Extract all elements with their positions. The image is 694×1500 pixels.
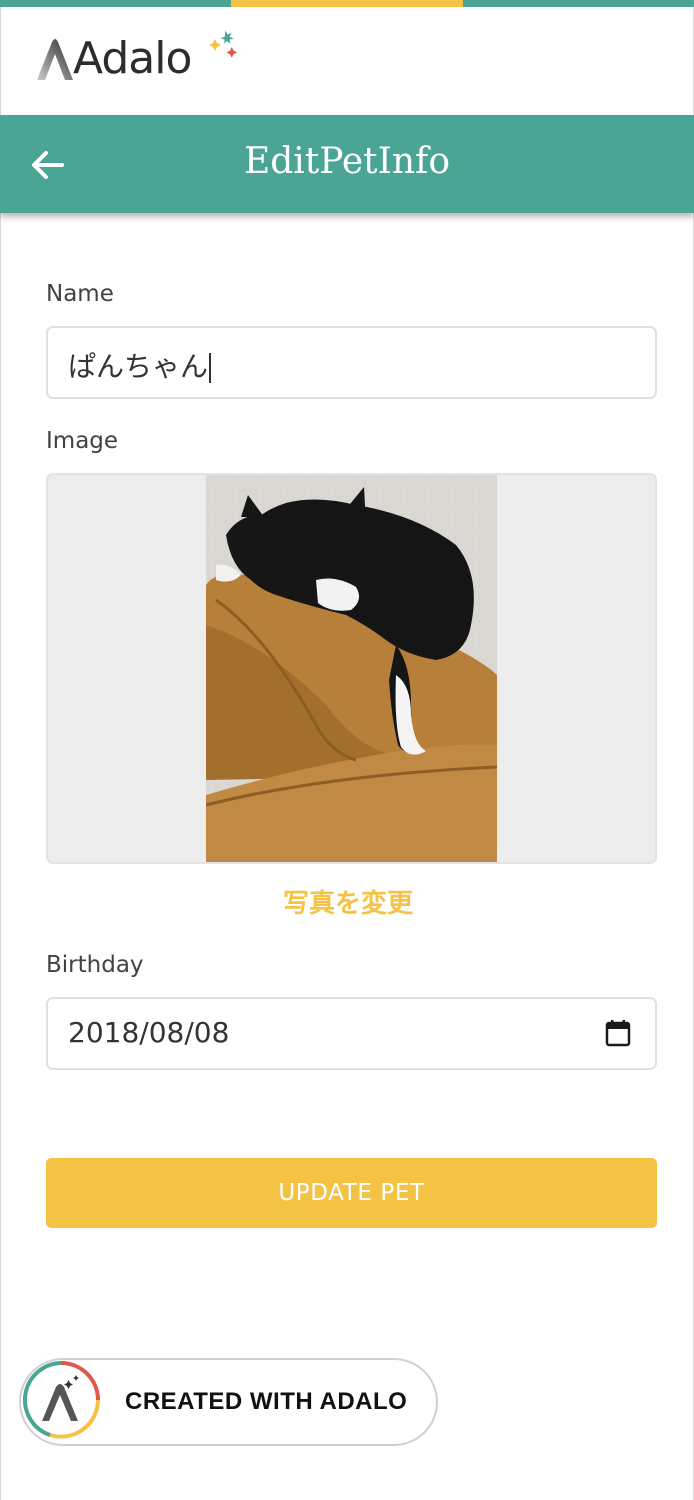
name-input[interactable]: ぱんちゃん: [46, 326, 657, 399]
birthday-label: Birthday: [46, 952, 144, 978]
loading-progress-bar: [0, 0, 694, 7]
app-bar: EditPetInfo: [0, 115, 694, 213]
image-label: Image: [46, 428, 119, 454]
calendar-icon[interactable]: [605, 1019, 631, 1047]
progress-segment-right: [463, 0, 694, 7]
adalo-a-mark-icon: [37, 39, 73, 80]
name-input-value: ぱんちゃん: [68, 345, 212, 385]
adalo-badge-logo-icon: [23, 1361, 100, 1439]
text-caret: [209, 353, 212, 383]
change-photo-link[interactable]: 写真を変更: [1, 883, 694, 920]
birthday-date-input[interactable]: 2018/08/08: [46, 997, 657, 1070]
progress-segment-active: [231, 0, 463, 7]
edit-pet-form: Name ぱんちゃん Image 写真を変更 Birthday 2018/08/…: [0, 213, 694, 1500]
badge-label: CREATED WITH ADALO: [125, 1388, 408, 1415]
adalo-logo: Adalo: [35, 30, 238, 87]
birthday-value: 2018/08/08: [68, 1016, 230, 1049]
image-picker[interactable]: [46, 473, 657, 864]
sparkle-icon: [209, 30, 238, 58]
logo-wordmark: Adalo: [73, 33, 192, 84]
brand-header: Adalo: [0, 7, 694, 115]
created-with-adalo-badge[interactable]: CREATED WITH ADALO: [19, 1358, 438, 1446]
name-label: Name: [46, 281, 114, 307]
update-pet-button[interactable]: UPDATE PET: [46, 1158, 657, 1228]
progress-segment-left: [0, 0, 231, 7]
pet-photo: [206, 475, 497, 862]
page-title: EditPetInfo: [243, 141, 451, 182]
